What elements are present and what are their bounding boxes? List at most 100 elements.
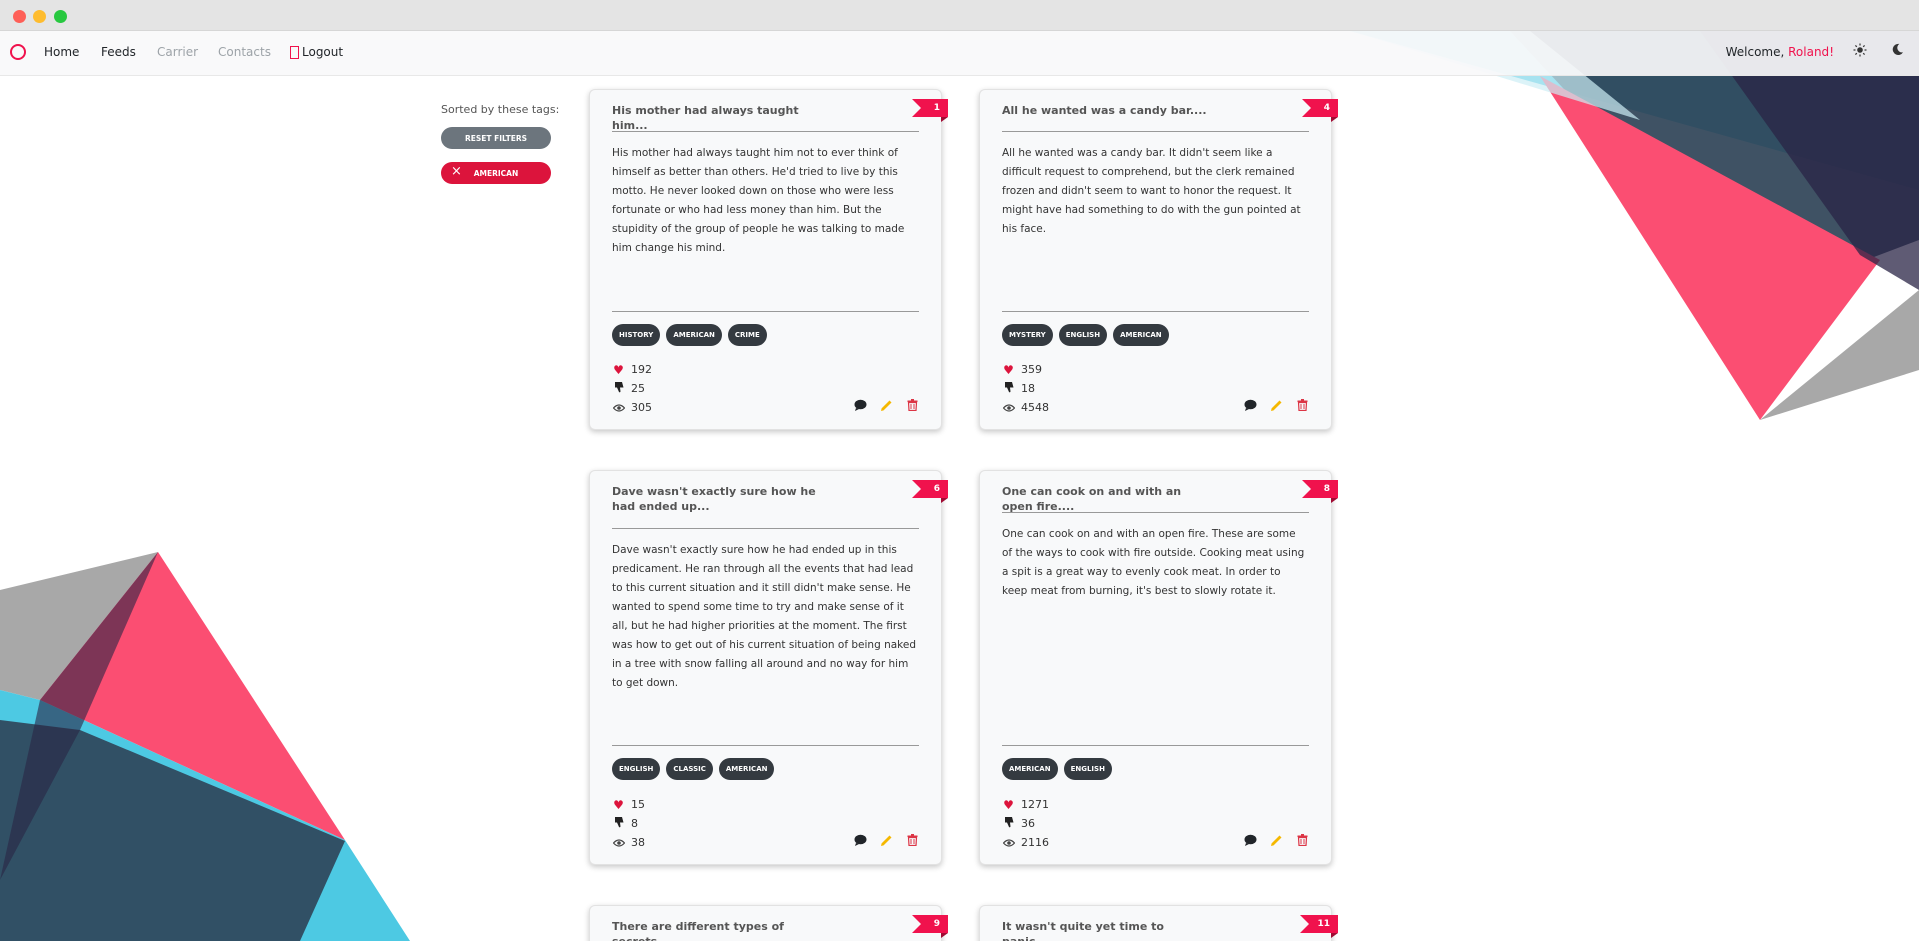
post-body: One can cook on and with an open fire. T… bbox=[1002, 528, 1305, 597]
trash-icon[interactable] bbox=[905, 398, 919, 412]
maximize-window-button[interactable] bbox=[54, 10, 67, 23]
post-card: 11 It wasn't quite yet time to panic.... bbox=[979, 905, 1338, 941]
post-number-badge: 6 bbox=[912, 480, 948, 498]
post-title[interactable]: There are different types of secrets.... bbox=[612, 919, 822, 941]
eye-icon bbox=[1002, 401, 1015, 415]
post-number-badge: 4 bbox=[1302, 99, 1338, 117]
divider bbox=[612, 131, 919, 132]
nav-carrier-link[interactable]: Carrier bbox=[157, 45, 198, 59]
post-card: 4 All he wanted was a candy bar.... All … bbox=[979, 89, 1338, 430]
edit-pencil-icon[interactable] bbox=[879, 398, 893, 412]
post-card: 9 There are different types of secrets..… bbox=[589, 905, 948, 941]
tag-badge[interactable]: AMERICAN bbox=[666, 324, 722, 346]
post-stats: ♥ 359 18 4548 bbox=[1002, 360, 1049, 417]
post-title[interactable]: His mother had always taught him... bbox=[612, 103, 822, 133]
post-number-badge: 8 bbox=[1302, 480, 1338, 498]
close-icon[interactable]: × bbox=[451, 165, 462, 179]
edit-pencil-icon[interactable] bbox=[879, 833, 893, 847]
thumbs-down-icon[interactable] bbox=[612, 381, 625, 396]
post-body: All he wanted was a candy bar. It didn't… bbox=[1002, 147, 1301, 235]
post-stats: ♥ 1271 36 2116 bbox=[1002, 795, 1049, 852]
views-count: 38 bbox=[631, 836, 645, 849]
nav-logout-link[interactable]: Logout bbox=[289, 45, 344, 59]
tag-badge[interactable]: AMERICAN bbox=[1002, 758, 1058, 780]
active-tag-filter-button[interactable]: × AMERICAN bbox=[441, 162, 551, 184]
heart-icon[interactable]: ♥ bbox=[1002, 798, 1015, 812]
trash-icon[interactable] bbox=[1295, 833, 1309, 847]
brand-logo-icon[interactable] bbox=[10, 44, 26, 60]
divider bbox=[612, 311, 919, 312]
dislikes-count: 25 bbox=[631, 382, 645, 395]
post-actions bbox=[1243, 833, 1309, 847]
door-icon bbox=[289, 46, 299, 59]
tag-badge[interactable]: MYSTERY bbox=[1002, 324, 1053, 346]
heart-icon[interactable]: ♥ bbox=[612, 363, 625, 377]
post-tags: MYSTERY ENGLISH AMERICAN bbox=[1002, 324, 1169, 346]
post-title[interactable]: One can cook on and with an open fire...… bbox=[1002, 484, 1212, 514]
close-window-button[interactable] bbox=[13, 10, 26, 23]
comment-icon[interactable] bbox=[853, 833, 867, 847]
tag-badge[interactable]: ENGLISH bbox=[1063, 758, 1112, 780]
welcome-prefix: Welcome, bbox=[1725, 45, 1789, 59]
user-name: Roland bbox=[1788, 45, 1830, 59]
nav-home-link[interactable]: Home bbox=[44, 45, 79, 59]
window-titlebar bbox=[0, 0, 1919, 31]
logout-label: Logout bbox=[302, 45, 344, 59]
reset-filters-button[interactable]: RESET FILTERS bbox=[441, 127, 551, 149]
thumbs-down-icon[interactable] bbox=[1002, 816, 1015, 831]
welcome-message: Welcome, Roland! bbox=[1726, 45, 1834, 59]
tag-filter-sidebar: Sorted by these tags: RESET FILTERS × AM… bbox=[441, 103, 560, 197]
edit-pencil-icon[interactable] bbox=[1269, 833, 1283, 847]
sun-icon[interactable] bbox=[1852, 43, 1868, 59]
heart-icon[interactable]: ♥ bbox=[1002, 363, 1015, 377]
post-card: 1 His mother had always taught him... Hi… bbox=[589, 89, 948, 430]
tag-badge[interactable]: ENGLISH bbox=[1058, 324, 1108, 346]
tag-badge[interactable]: ENGLISH bbox=[612, 758, 661, 780]
post-title[interactable]: All he wanted was a candy bar.... bbox=[1002, 103, 1212, 118]
heart-icon[interactable]: ♥ bbox=[612, 798, 625, 812]
post-actions bbox=[853, 398, 919, 412]
divider bbox=[1002, 512, 1309, 513]
post-stats: ♥ 192 25 305 bbox=[612, 360, 652, 417]
welcome-suffix: ! bbox=[1829, 45, 1834, 59]
eye-icon bbox=[1002, 836, 1015, 850]
post-title[interactable]: Dave wasn't exactly sure how he had ende… bbox=[612, 484, 822, 514]
tag-badge[interactable]: HISTORY bbox=[612, 324, 661, 346]
tag-badge[interactable]: AMERICAN bbox=[1113, 324, 1169, 346]
likes-count: 359 bbox=[1021, 363, 1042, 376]
dislikes-count: 18 bbox=[1021, 382, 1035, 395]
moon-icon[interactable] bbox=[1889, 43, 1905, 59]
post-number-badge: 1 bbox=[912, 99, 948, 117]
trash-icon[interactable] bbox=[1295, 398, 1309, 412]
divider bbox=[1002, 131, 1309, 132]
divider bbox=[612, 528, 919, 529]
dislikes-count: 36 bbox=[1021, 817, 1035, 830]
edit-pencil-icon[interactable] bbox=[1269, 398, 1283, 412]
comment-icon[interactable] bbox=[1243, 398, 1257, 412]
thumbs-down-icon[interactable] bbox=[1002, 381, 1015, 396]
divider bbox=[1002, 311, 1309, 312]
eye-icon bbox=[612, 836, 625, 850]
trash-icon[interactable] bbox=[905, 833, 919, 847]
active-tag-label: AMERICAN bbox=[473, 168, 519, 178]
likes-count: 1271 bbox=[1021, 798, 1049, 811]
post-body: His mother had always taught him not to … bbox=[612, 147, 905, 254]
post-card: 6 Dave wasn't exactly sure how he had en… bbox=[589, 470, 948, 865]
nav-contacts-link[interactable]: Contacts bbox=[218, 45, 271, 59]
thumbs-down-icon[interactable] bbox=[612, 816, 625, 831]
tag-badge[interactable]: AMERICAN bbox=[718, 758, 775, 780]
comment-icon[interactable] bbox=[853, 398, 867, 412]
tag-badge[interactable]: CRIME bbox=[727, 324, 767, 346]
post-body: Dave wasn't exactly sure how he had ende… bbox=[612, 544, 917, 689]
minimize-window-button[interactable] bbox=[33, 10, 46, 23]
views-count: 305 bbox=[631, 401, 652, 414]
divider bbox=[612, 745, 919, 746]
nav-feeds-link[interactable]: Feeds bbox=[101, 45, 136, 59]
post-tags: HISTORY AMERICAN CRIME bbox=[612, 324, 767, 346]
sorted-by-label: Sorted by these tags: bbox=[441, 103, 560, 116]
post-title[interactable]: It wasn't quite yet time to panic.... bbox=[1002, 919, 1212, 941]
likes-count: 15 bbox=[631, 798, 645, 811]
views-count: 2116 bbox=[1021, 836, 1049, 849]
comment-icon[interactable] bbox=[1243, 833, 1257, 847]
tag-badge[interactable]: CLASSIC bbox=[666, 758, 713, 780]
